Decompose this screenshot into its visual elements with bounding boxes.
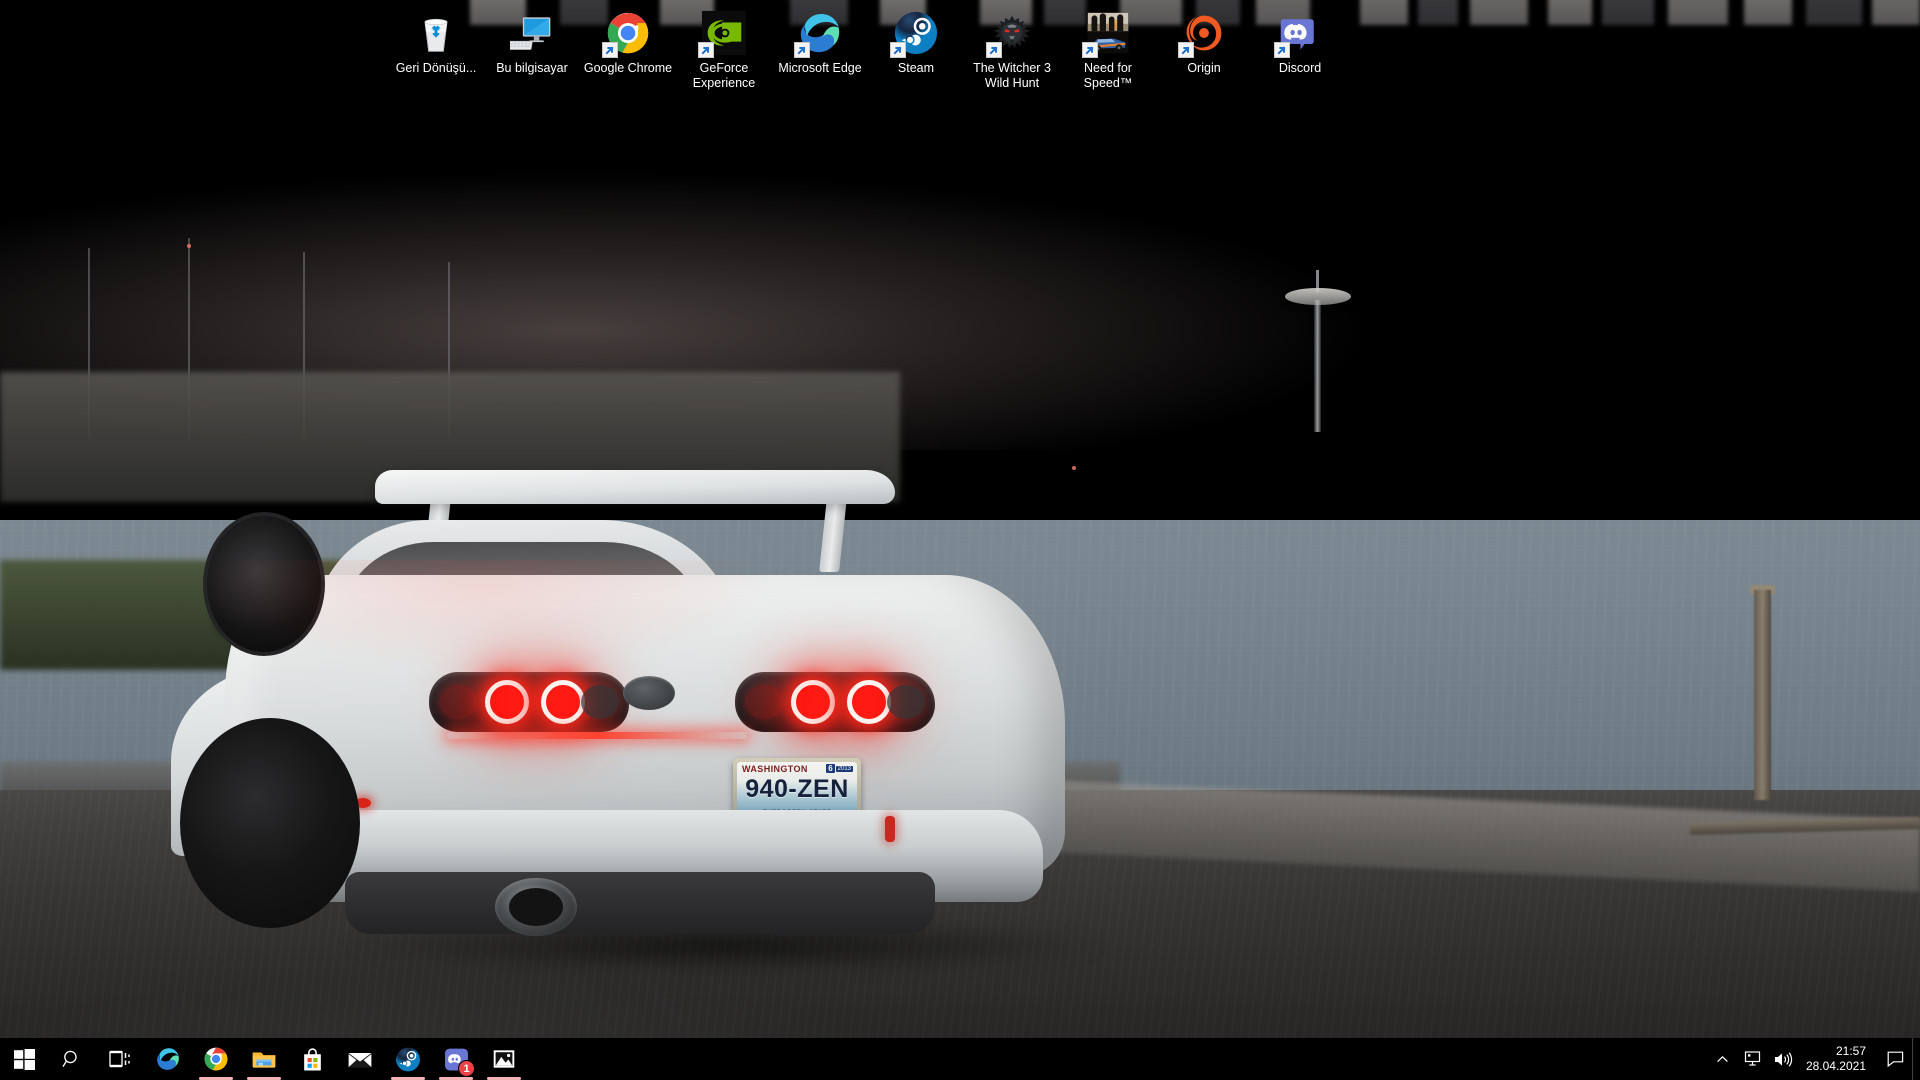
taskbar-app-mail[interactable] (336, 1038, 384, 1080)
shortcut-arrow-icon (1273, 42, 1290, 58)
search-button[interactable] (48, 1038, 96, 1080)
desktop-icon-label: Microsoft Edge (778, 61, 862, 75)
show-desktop-button[interactable] (1912, 1038, 1920, 1080)
microsoft-store-icon (299, 1046, 325, 1072)
desktop-icon-origin[interactable]: Origin (1156, 0, 1252, 76)
shortcut-arrow-icon (601, 42, 618, 58)
network-monitor-icon (1744, 1051, 1761, 1066)
desktop-icon-label: Discord (1278, 61, 1322, 75)
shortcut-arrow-icon (793, 42, 810, 58)
google-chrome-icon (601, 8, 653, 58)
google-chrome-icon (203, 1046, 229, 1072)
taskbar-app-microsoft-edge[interactable] (144, 1038, 192, 1080)
system-tray[interactable]: 21:57 28.04.2021 (1708, 1038, 1920, 1080)
notification-badge: 1 (458, 1060, 475, 1077)
desktop-icon-steam[interactable]: Steam (868, 0, 964, 76)
desktop-icon-grid[interactable]: Geri Dönüşü... Bu bilgisayar Google Chro… (0, 0, 1920, 140)
desktop-icon-microsoft-edge[interactable]: Microsoft Edge (772, 0, 868, 76)
desktop-icon-witcher-3[interactable]: The Witcher 3 Wild Hunt (964, 0, 1060, 90)
windows-logo-icon (13, 1048, 35, 1070)
volume-button[interactable] (1768, 1038, 1798, 1080)
shortcut-arrow-icon (1177, 42, 1194, 58)
action-center-icon (1887, 1051, 1903, 1067)
shortcut-arrow-icon (697, 42, 714, 58)
taskbar-app-photos[interactable] (480, 1038, 528, 1080)
shortcut-arrow-icon (1081, 42, 1098, 58)
taskbar-app-microsoft-store[interactable] (288, 1038, 336, 1080)
geforce-experience-icon (697, 8, 749, 58)
desktop-icon-label: Steam (897, 61, 935, 75)
desktop-icon-label: Geri Dönüşü... (395, 61, 477, 75)
taskbar-app-discord[interactable]: 1 (432, 1038, 480, 1080)
desktop-icon-label: The Witcher 3 Wild Hunt (973, 61, 1051, 90)
microsoft-edge-icon (155, 1046, 181, 1072)
chevron-up-icon (1717, 1055, 1729, 1062)
taskbar-app-google-chrome[interactable] (192, 1038, 240, 1080)
desktop-wallpaper: WASHINGTON 6 2013 940-ZEN EVERGREEN STAT… (0, 0, 1920, 1080)
this-pc-icon (508, 8, 557, 57)
shortcut-arrow-icon (889, 42, 906, 58)
desktop-icon-label: Origin (1187, 61, 1221, 75)
recycle-bin-icon (412, 8, 461, 57)
discord-icon (1273, 8, 1325, 58)
taskbar-date: 28.04.2021 (1805, 1059, 1866, 1073)
wallpaper-post (1754, 590, 1771, 800)
microsoft-edge-icon (793, 8, 845, 58)
task-view-icon (109, 1050, 130, 1068)
taskbar[interactable]: 1 21:57 28.04.2021 (0, 1038, 1920, 1080)
desktop-icon-label: Google Chrome (583, 61, 673, 75)
taskbar-app-steam[interactable] (384, 1038, 432, 1080)
car-spoiler (375, 470, 895, 504)
steam-icon (395, 1046, 421, 1072)
action-center-button[interactable] (1878, 1038, 1912, 1080)
desktop-icon-label: Need for Speed™ (1083, 61, 1133, 90)
desktop-icon-google-chrome[interactable]: Google Chrome (580, 0, 676, 76)
desktop-icon-this-pc[interactable]: Bu bilgisayar (484, 0, 580, 76)
file-explorer-icon (251, 1046, 277, 1072)
start-button[interactable] (0, 1038, 48, 1080)
witcher-3-icon (985, 8, 1037, 58)
mail-icon (347, 1046, 373, 1072)
desktop-icon-need-for-speed[interactable]: Need for Speed™ (1060, 0, 1156, 90)
search-icon (62, 1050, 77, 1067)
network-button[interactable] (1738, 1038, 1768, 1080)
clock-date-button[interactable]: 21:57 28.04.2021 (1798, 1038, 1878, 1080)
taskbar-time: 21:57 (1835, 1044, 1866, 1058)
desktop-icon-recycle-bin[interactable]: Geri Dönüşü... (388, 0, 484, 76)
taskbar-app-file-explorer[interactable] (240, 1038, 288, 1080)
desktop-icon-geforce-experience[interactable]: GeForce Experience (676, 0, 772, 90)
desktop-icon-label: Bu bilgisayar (496, 61, 568, 75)
steam-icon (889, 8, 941, 58)
task-view-button[interactable] (96, 1038, 144, 1080)
desktop-icon-label: GeForce Experience (692, 61, 756, 90)
shortcut-arrow-icon (985, 42, 1002, 58)
discord-icon: 1 (443, 1046, 475, 1077)
show-hidden-icons-button[interactable] (1708, 1038, 1738, 1080)
speaker-icon (1774, 1051, 1793, 1067)
desktop-icon-discord[interactable]: Discord (1252, 0, 1348, 76)
photos-icon (491, 1046, 517, 1072)
need-for-speed-icon (1081, 8, 1133, 58)
origin-icon (1177, 8, 1229, 58)
desktop[interactable]: WASHINGTON 6 2013 940-ZEN EVERGREEN STAT… (0, 0, 1920, 1080)
